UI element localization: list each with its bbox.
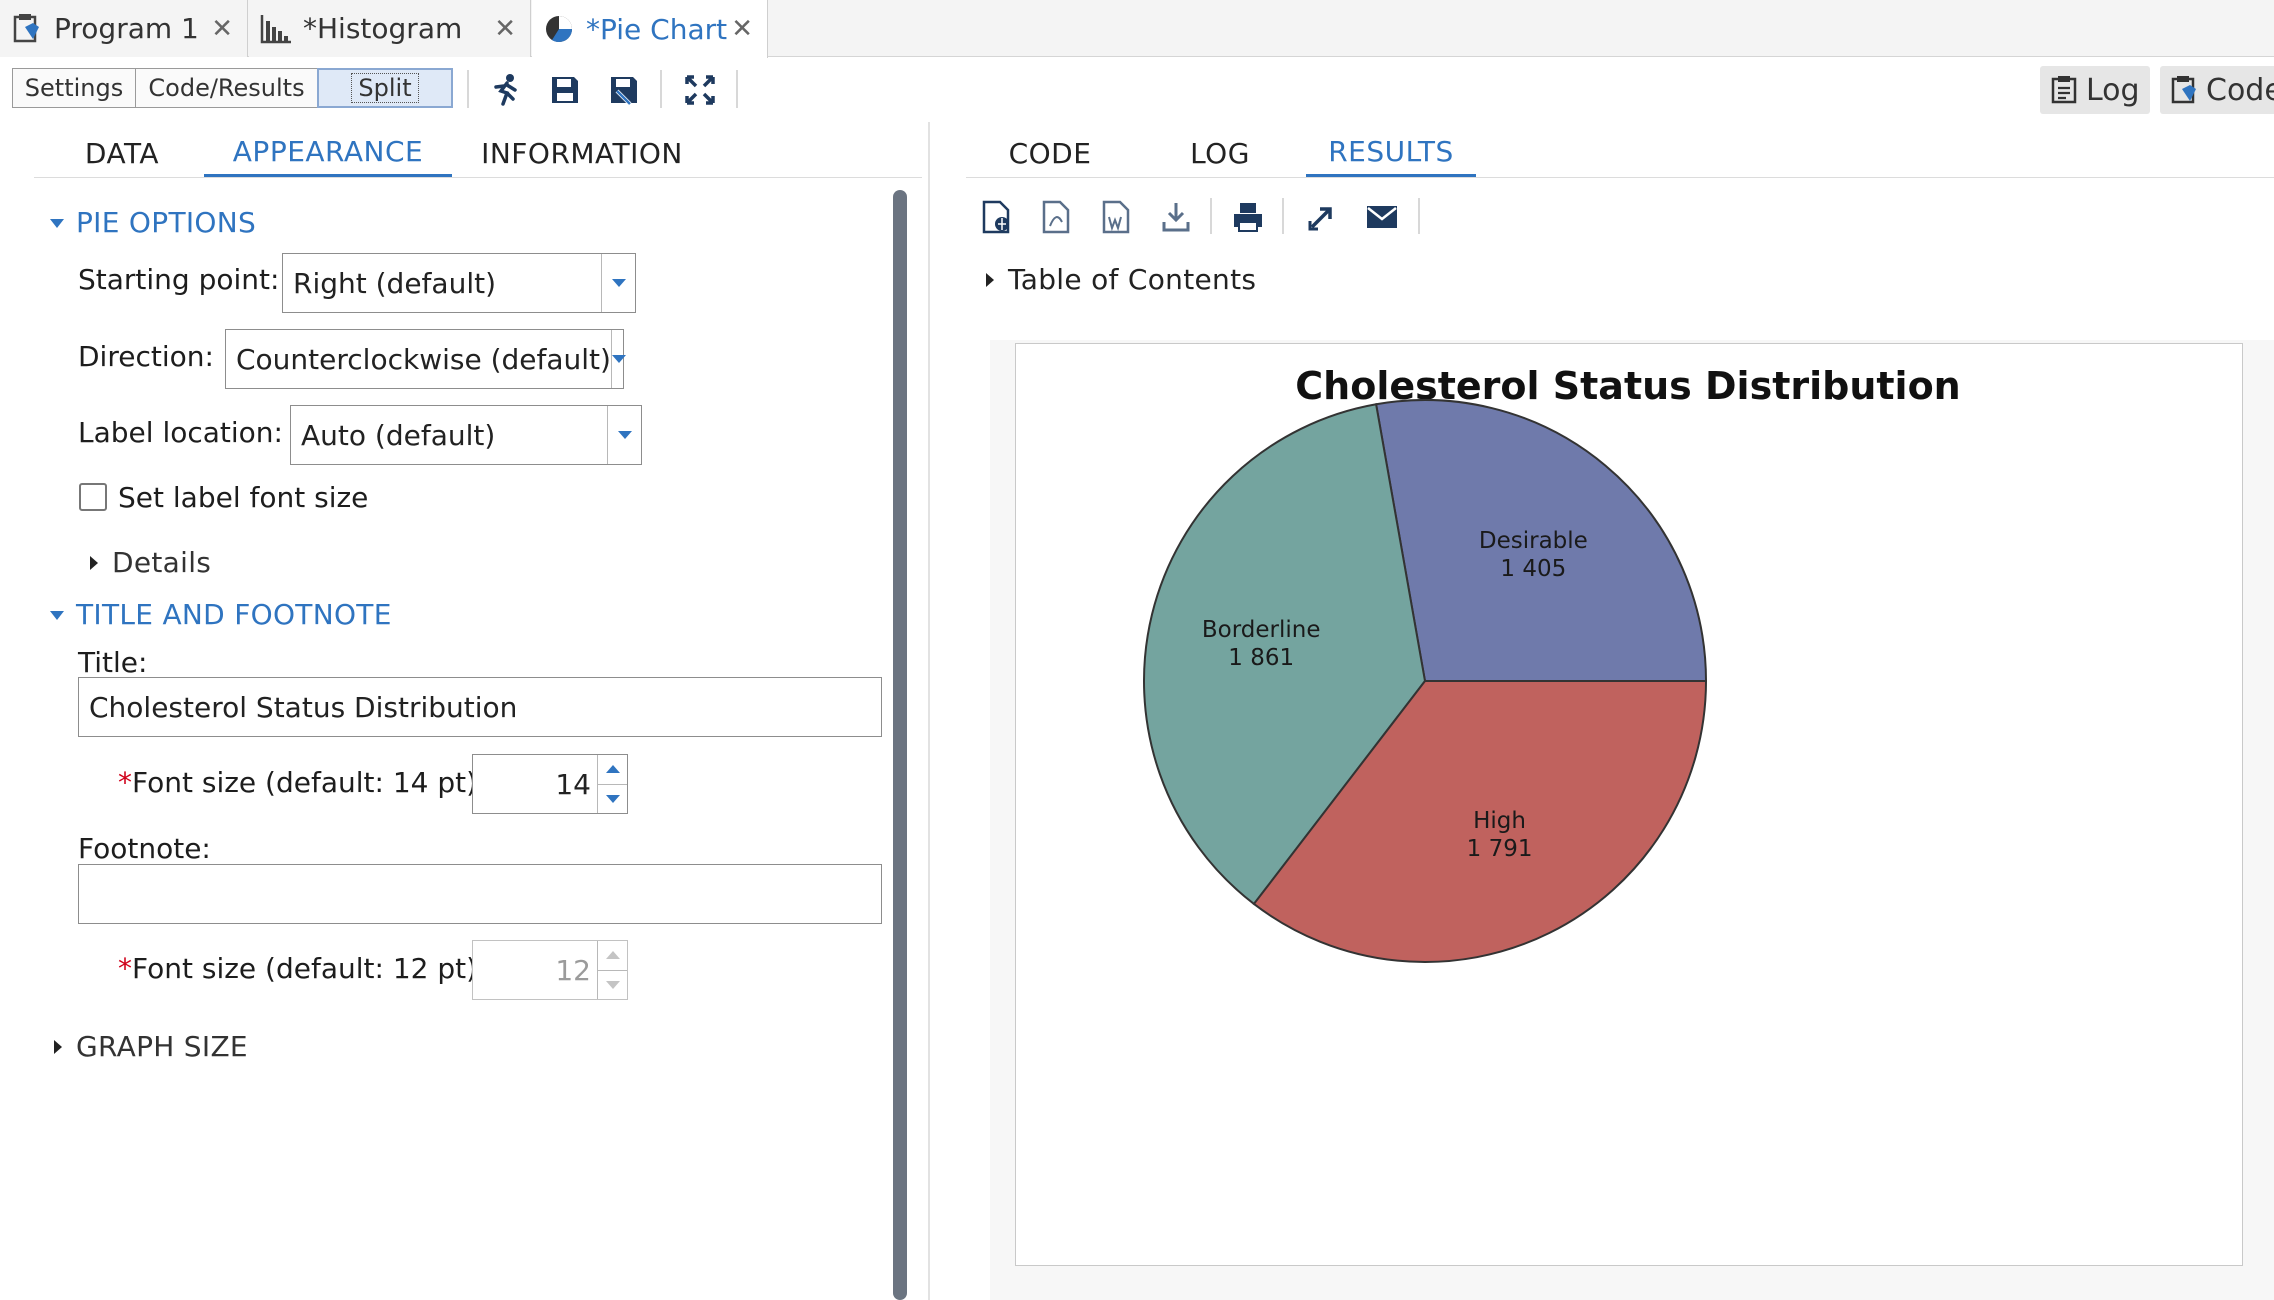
close-icon[interactable]: ✕	[494, 14, 516, 44]
title-input[interactable]: Cholesterol Status Distribution	[78, 677, 882, 737]
tab-underline	[966, 177, 2274, 178]
slice-value-borderline: 1 861	[1228, 645, 1294, 671]
close-icon[interactable]: ✕	[211, 14, 233, 44]
stepper-value: 14	[555, 767, 591, 801]
set-label-font-size-checkbox[interactable]	[79, 483, 107, 511]
slice-label-borderline: Borderline	[1202, 617, 1321, 643]
slice-label-desirable: Desirable	[1479, 528, 1588, 554]
tab-code[interactable]: CODE	[984, 128, 1116, 178]
slice-value-desirable: 1 405	[1500, 556, 1566, 582]
word-icon[interactable]	[1096, 197, 1136, 237]
split-divider[interactable]	[928, 122, 930, 1300]
tab-label: *Histogram	[303, 12, 463, 45]
histogram-icon	[259, 12, 293, 46]
slice-label-high: High	[1473, 808, 1526, 834]
title-font-size-label: *Font size (default: 14 pt):	[118, 766, 487, 799]
direction-label: Direction:	[78, 340, 214, 373]
program-icon	[10, 12, 44, 46]
save-icon[interactable]	[545, 70, 585, 110]
tab-label: *Pie Chart	[586, 12, 728, 46]
download-icon[interactable]	[1156, 197, 1196, 237]
toolbar-separator	[467, 70, 469, 108]
collapse-icon	[50, 219, 64, 228]
collapse-icon	[50, 611, 64, 620]
title-font-size-stepper[interactable]: 14	[472, 754, 628, 814]
label-location-label: Label location:	[78, 416, 283, 449]
tab-information[interactable]: INFORMATION	[470, 128, 694, 178]
increment-icon	[598, 941, 627, 970]
footnote-label: Footnote:	[78, 832, 211, 865]
details-label: Details	[112, 546, 212, 579]
tab-histogram[interactable]: *Histogram ✕	[249, 0, 531, 57]
scrollbar[interactable]	[893, 190, 907, 1300]
tab-label: Program 1	[54, 12, 199, 45]
title-footnote-toggle[interactable]: TITLE AND FOOTNOTE	[50, 598, 392, 631]
maximize-icon[interactable]	[680, 70, 720, 110]
run-icon[interactable]	[486, 70, 526, 110]
split-view-button[interactable]: Split	[317, 68, 453, 108]
decrement-icon	[598, 969, 627, 1000]
select-value: Right (default)	[293, 266, 496, 300]
table-of-contents-toggle[interactable]: Table of Contents	[986, 263, 1256, 296]
required-marker: *	[118, 766, 132, 799]
tab-log[interactable]: LOG	[1160, 128, 1280, 178]
stepper-value: 12	[555, 953, 591, 987]
tab-data[interactable]: DATA	[62, 128, 182, 178]
expand-icon	[90, 555, 98, 570]
title-label: Title:	[78, 646, 148, 679]
chevron-down-icon	[601, 254, 635, 312]
log-icon	[2050, 75, 2080, 105]
toolbar-separator	[1418, 198, 1420, 234]
select-value: Counterclockwise (default)	[236, 342, 611, 376]
footnote-font-size-label: *Font size (default: 12 pt):	[118, 952, 487, 985]
toolbar-separator	[1282, 198, 1284, 234]
open-in-browser-icon[interactable]	[976, 197, 1016, 237]
pie-chart-svg: Cholesterol Status Distribution Desirabl…	[1143, 364, 1961, 963]
close-icon[interactable]: ✕	[731, 14, 753, 44]
details-toggle[interactable]: Details	[90, 546, 211, 579]
code-results-view-button[interactable]: Code/Results	[135, 68, 318, 108]
pdf-icon[interactable]	[1036, 197, 1076, 237]
tab-appearance[interactable]: APPEARANCE	[204, 128, 452, 178]
tab-underline	[34, 177, 922, 178]
tab-results[interactable]: RESULTS	[1306, 128, 1476, 178]
label-location-select[interactable]: Auto (default)	[290, 405, 642, 465]
increment-icon[interactable]	[598, 755, 627, 784]
slice-value-high: 1 791	[1467, 836, 1533, 862]
decrement-icon[interactable]	[598, 783, 627, 814]
save-as-icon[interactable]	[604, 70, 644, 110]
pie-options-toggle[interactable]: PIE OPTIONS	[50, 206, 256, 239]
set-label-font-size-label: Set label font size	[118, 481, 369, 514]
graph-size-toggle[interactable]: GRAPH SIZE	[54, 1030, 248, 1063]
footnote-font-size-stepper: 12	[472, 940, 628, 1000]
log-button[interactable]: Log	[2040, 66, 2150, 114]
tab-program-1[interactable]: Program 1 ✕	[0, 0, 248, 57]
expand-icon	[986, 272, 994, 287]
pie-chart: Cholesterol Status Distribution Desirabl…	[1015, 343, 2243, 1266]
footnote-input[interactable]	[78, 864, 882, 924]
settings-view-button[interactable]: Settings	[12, 68, 136, 108]
print-icon[interactable]	[1228, 197, 1268, 237]
direction-select[interactable]: Counterclockwise (default)	[225, 329, 626, 389]
code-icon	[2170, 75, 2200, 105]
chevron-down-icon	[607, 406, 641, 464]
section-title: TITLE AND FOOTNOTE	[76, 598, 392, 631]
toolbar-separator	[736, 70, 738, 108]
toc-label: Table of Contents	[1008, 263, 1257, 296]
select-value: Auto (default)	[301, 418, 496, 452]
new-window-icon[interactable]	[1302, 197, 1342, 237]
chevron-down-icon	[610, 330, 626, 388]
section-title: PIE OPTIONS	[76, 206, 257, 239]
toolbar-separator	[1210, 198, 1212, 234]
expand-icon	[54, 1039, 62, 1054]
tab-pie-chart[interactable]: *Pie Chart ✕	[532, 0, 768, 58]
starting-point-select[interactable]: Right (default)	[282, 253, 636, 313]
required-marker: *	[118, 952, 132, 985]
starting-point-label: Starting point:	[78, 263, 280, 296]
code-button[interactable]: Code	[2160, 66, 2274, 114]
email-icon[interactable]	[1362, 197, 1402, 237]
toolbar-separator	[660, 70, 662, 108]
section-title: GRAPH SIZE	[76, 1030, 248, 1063]
pie-chart-icon	[542, 12, 576, 46]
